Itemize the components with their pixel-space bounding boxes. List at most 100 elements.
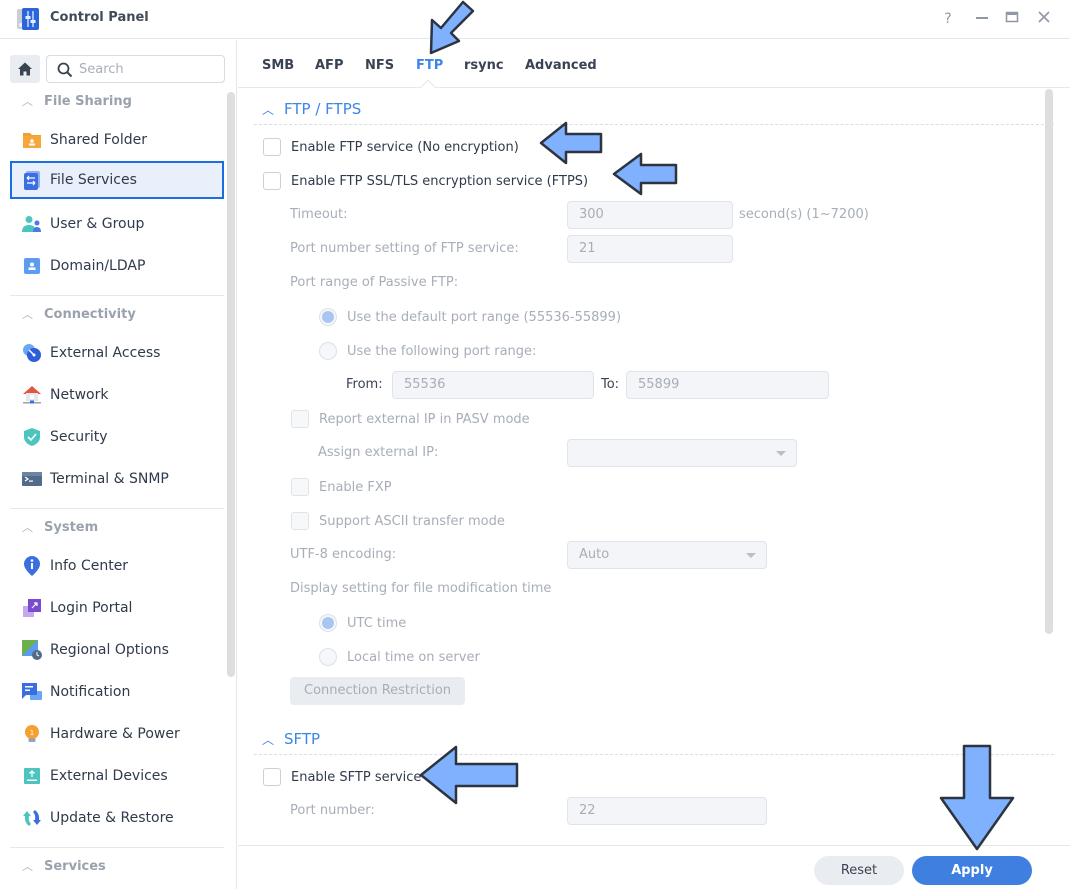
report-external-ip-checkbox[interactable] (291, 410, 309, 428)
help-button[interactable]: ? (939, 10, 957, 28)
nav-label: External Devices (50, 768, 168, 784)
utc-time-radio[interactable] (319, 614, 337, 632)
sidebar-item-external-devices[interactable]: External Devices (10, 757, 224, 795)
port-range-to-input[interactable]: 55899 (626, 371, 829, 399)
section-header-sftp[interactable]: ︿ SFTP (262, 730, 320, 748)
nav-label: Network (50, 387, 109, 403)
chevron-up-icon: ︿ (22, 95, 33, 108)
info-center-icon (22, 556, 42, 576)
enable-ftp-label: Enable FTP service (No encryption) (291, 139, 519, 155)
enable-ftps-label: Enable FTP SSL/TLS encryption service (F… (291, 173, 589, 189)
section-divider (254, 754, 1054, 755)
svg-text:1: 1 (30, 729, 34, 737)
chevron-up-icon: ︿ (262, 733, 275, 747)
sidebar-divider (10, 295, 224, 296)
sidebar-item-network[interactable]: Network (10, 376, 224, 414)
local-time-radio[interactable] (319, 648, 337, 666)
tab-advanced[interactable]: Advanced (525, 58, 597, 73)
enable-sftp-checkbox[interactable] (263, 768, 281, 786)
ftp-settings-panel: ︿ FTP / FTPS Enable FTP service (No encry… (238, 89, 1070, 845)
custom-port-range-radio[interactable] (319, 342, 337, 360)
sidebar: ︿ File Sharing Shared Folder File Service… (0, 40, 237, 889)
group-connectivity[interactable]: ︿ Connectivity (22, 305, 136, 325)
sidebar-item-file-services[interactable]: File Services (10, 161, 224, 199)
report-external-ip-row: Report external IP in PASV mode (291, 410, 530, 428)
sidebar-item-update-restore[interactable]: Update & Restore (10, 799, 224, 837)
sidebar-item-external-access[interactable]: External Access (10, 334, 224, 372)
update-restore-icon (22, 808, 42, 828)
reset-button[interactable]: Reset (814, 856, 904, 885)
group-label: System (44, 520, 99, 535)
notification-icon (22, 682, 42, 702)
sidebar-item-info-center[interactable]: Info Center (10, 547, 224, 585)
nav-label: Domain/LDAP (50, 258, 146, 274)
group-system[interactable]: ︿ System (22, 518, 98, 538)
tab-rsync[interactable]: rsync (464, 58, 504, 73)
home-button[interactable] (10, 55, 40, 83)
apply-button[interactable]: Apply (912, 856, 1032, 885)
custom-port-range-row: Use the following port range: (319, 342, 536, 360)
local-time-label: Local time on server (347, 649, 480, 665)
timeout-label: Timeout: (290, 207, 348, 222)
close-button[interactable] (1035, 10, 1053, 28)
control-panel-app-icon (17, 8, 39, 30)
timeout-input[interactable]: 300 (567, 201, 733, 229)
tab-smb[interactable]: SMB (262, 58, 294, 73)
mod-time-label: Display setting for file modification ti… (290, 581, 552, 596)
nav-label: External Access (50, 345, 161, 361)
tab-nfs[interactable]: NFS (365, 58, 394, 73)
tab-afp[interactable]: AFP (315, 58, 343, 73)
sidebar-item-security[interactable]: Security (10, 418, 224, 456)
sftp-port-input[interactable]: 22 (567, 797, 767, 825)
sidebar-item-user-group[interactable]: User & Group (10, 205, 224, 243)
ascii-mode-row: Support ASCII transfer mode (291, 512, 505, 530)
minimize-icon (976, 17, 988, 19)
external-access-icon (22, 343, 42, 363)
assign-external-ip-select[interactable] (567, 439, 797, 467)
sidebar-item-hardware-power[interactable]: 1 Hardware & Power (10, 715, 224, 753)
shared-folder-icon (22, 130, 42, 150)
chevron-up-icon: ︿ (22, 521, 33, 534)
enable-fxp-row: Enable FXP (291, 478, 392, 496)
tab-ftp[interactable]: FTP (416, 58, 443, 73)
terminal-icon (22, 469, 42, 489)
enable-sftp-label: Enable SFTP service (291, 769, 422, 785)
search-field[interactable] (46, 55, 225, 83)
section-header-ftp-ftps[interactable]: ︿ FTP / FTPS (262, 100, 361, 118)
external-devices-icon (22, 766, 42, 786)
sidebar-item-terminal-snmp[interactable]: Terminal & SNMP (10, 460, 224, 498)
default-port-range-radio[interactable] (319, 308, 337, 326)
sidebar-item-domain-ldap[interactable]: Domain/LDAP (10, 247, 224, 285)
sidebar-scrollbar[interactable] (227, 92, 235, 677)
sidebar-item-regional-options[interactable]: Regional Options (10, 631, 224, 669)
enable-ftps-checkbox[interactable] (263, 172, 281, 190)
nav-label: File Services (50, 172, 137, 188)
sidebar-item-shared-folder[interactable]: Shared Folder (10, 121, 224, 159)
ascii-mode-checkbox[interactable] (291, 512, 309, 530)
group-services[interactable]: ︿ Services (22, 857, 106, 877)
nav-label: Security (50, 429, 108, 445)
minimize-button[interactable] (973, 10, 991, 28)
group-file-sharing[interactable]: ︿ File Sharing (22, 92, 132, 112)
utc-time-label: UTC time (347, 615, 407, 631)
sidebar-divider (10, 508, 224, 509)
utf8-encoding-select[interactable]: Auto (567, 541, 767, 569)
sidebar-item-login-portal[interactable]: Login Portal (10, 589, 224, 627)
regional-options-icon (22, 640, 42, 660)
ftp-port-input[interactable]: 21 (567, 235, 733, 263)
maximize-button[interactable] (1003, 10, 1021, 28)
nav-label: Shared Folder (50, 132, 148, 148)
search-input[interactable] (79, 60, 219, 78)
chevron-up-icon: ︿ (262, 103, 275, 117)
connection-restriction-button[interactable]: Connection Restriction (290, 677, 466, 705)
nav-label: Login Portal (50, 600, 133, 616)
enable-ftp-checkbox[interactable] (263, 138, 281, 156)
timeout-hint: second(s) (1~7200) (739, 207, 869, 222)
local-time-row: Local time on server (319, 648, 480, 666)
content-scrollbar[interactable] (1045, 89, 1053, 634)
sidebar-item-notification[interactable]: Notification (10, 673, 224, 711)
enable-fxp-checkbox[interactable] (291, 478, 309, 496)
chevron-up-icon: ︿ (22, 860, 33, 873)
port-range-from-input[interactable]: 55536 (392, 371, 594, 399)
user-group-icon (22, 214, 42, 234)
